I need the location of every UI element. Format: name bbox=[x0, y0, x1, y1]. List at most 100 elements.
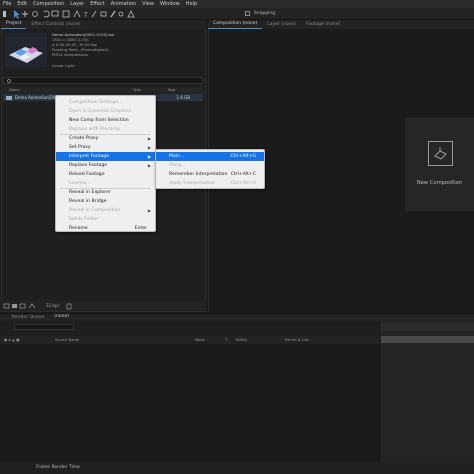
context-menu: Composition Settings... Open in Essential… bbox=[55, 95, 156, 232]
tab-composition[interactable]: Composition (none) bbox=[208, 20, 263, 29]
column-t[interactable]: T bbox=[225, 338, 235, 342]
timeline-search-input[interactable] bbox=[14, 324, 74, 330]
home-icon bbox=[3, 11, 6, 17]
menu-item-label: Reveal in Composition bbox=[69, 208, 121, 213]
shape-tool-icon bbox=[62, 10, 70, 18]
menu-item-label: Interpret Footage bbox=[69, 154, 110, 159]
footage-info: Demo Animation[0001-0150].exr 1920 x 108… bbox=[52, 32, 202, 68]
submenu-arrow-icon: ▶ bbox=[147, 136, 151, 141]
submenu-item-remember-interpretation[interactable]: Remember Interpretation Ctrl+Alt+C bbox=[156, 170, 264, 179]
tab-effect-controls[interactable]: Effect Controls (none) bbox=[26, 21, 85, 29]
menu-item-label: License... bbox=[69, 181, 91, 186]
menu-help[interactable]: Help bbox=[186, 0, 197, 8]
submenu-item-apply-interpretation: Apply Interpretation Ctrl+Alt+V bbox=[156, 179, 264, 188]
menu-item-rename[interactable]: Rename Enter bbox=[56, 224, 155, 233]
menu-item-set-proxy[interactable]: Set Proxy ▶ bbox=[56, 143, 155, 152]
camera-tool-icon bbox=[51, 10, 59, 17]
menu-item-reload-footage[interactable]: Reload Footage bbox=[56, 170, 155, 179]
menu-layer[interactable]: Layer bbox=[70, 0, 84, 8]
tab-footage[interactable]: Footage (none) bbox=[301, 21, 345, 29]
eraser-tool-icon bbox=[110, 10, 116, 18]
menu-file[interactable]: File bbox=[3, 0, 11, 8]
brush-tool-icon bbox=[91, 10, 97, 18]
timeline-layers-area bbox=[0, 344, 380, 462]
submenu-item-proxy: Proxy... bbox=[156, 161, 264, 170]
snapping-checkbox[interactable] bbox=[245, 11, 250, 16]
project-search-input[interactable] bbox=[3, 77, 203, 84]
project-tabbar: Project Effect Controls (none) bbox=[1, 20, 206, 29]
tab-layer[interactable]: Layer (none) bbox=[262, 21, 301, 29]
menu-item-label: Open in Essential Graphics bbox=[69, 109, 131, 114]
menu-item-new-comp-from-selection[interactable]: New Comp from Selection bbox=[56, 116, 155, 125]
menu-edit[interactable]: Edit bbox=[17, 0, 27, 8]
submenu-item-shortcut: Ctrl+Alt+C bbox=[230, 172, 256, 177]
menu-item-interpret-footage[interactable]: Interpret Footage ▶ bbox=[56, 152, 155, 161]
menu-item-label: Rename bbox=[69, 226, 88, 231]
menu-item-open-in-essential-graphics: Open in Essential Graphics bbox=[56, 107, 155, 116]
menu-view[interactable]: View bbox=[142, 0, 154, 8]
menu-effect[interactable]: Effect bbox=[90, 0, 104, 8]
column-size[interactable]: Size bbox=[168, 88, 198, 92]
submenu-item-main[interactable]: Main... Ctrl+Alt+G bbox=[156, 152, 264, 161]
work-area-bar[interactable] bbox=[381, 336, 474, 343]
submenu-arrow-icon: ▶ bbox=[147, 208, 151, 213]
footage-thumbnail bbox=[5, 33, 47, 67]
submenu-item-label: Remember Interpretation bbox=[169, 172, 228, 177]
menu-item-label: Solids Folder bbox=[69, 217, 99, 222]
hand-tool-icon bbox=[22, 11, 28, 17]
submenu-arrow-icon: ▶ bbox=[147, 163, 151, 168]
footage-info-line: PIZ24 compression bbox=[52, 52, 89, 57]
menu-item-label: Composition Settings... bbox=[69, 100, 123, 105]
new-composition-label[interactable]: New Composition bbox=[405, 180, 474, 186]
bit-depth[interactable]: 32 bpc bbox=[46, 303, 60, 308]
column-source-name[interactable]: Source Name bbox=[55, 338, 195, 342]
tool-icons: T bbox=[3, 10, 135, 19]
submenu-arrow-icon: ▶ bbox=[147, 145, 151, 150]
menu-item-reveal-in-explorer[interactable]: Reveal in Explorer bbox=[56, 188, 155, 197]
new-composition-icon[interactable] bbox=[428, 141, 453, 166]
roto-tool-icon bbox=[118, 11, 124, 17]
column-parent-link[interactable]: Parent & Link bbox=[285, 338, 345, 342]
menu-item-label: Set Proxy bbox=[69, 145, 91, 150]
puppet-tool-icon bbox=[127, 10, 135, 18]
menu-animation[interactable]: Animation bbox=[111, 0, 137, 8]
rotate-tool-icon bbox=[43, 10, 50, 18]
svg-text:T: T bbox=[83, 12, 88, 19]
trash-icon[interactable] bbox=[65, 301, 73, 311]
menu-bar: File Edit Composition Layer Effect Anima… bbox=[0, 0, 474, 8]
stamp-tool-icon bbox=[100, 11, 107, 17]
project-footer: 32 bpc bbox=[1, 301, 206, 311]
submenu-item-shortcut: Ctrl+Alt+V bbox=[230, 181, 256, 186]
column-trkmat[interactable]: TrkMat bbox=[235, 338, 285, 342]
footage-icon bbox=[6, 95, 12, 100]
column-type[interactable]: Type bbox=[133, 88, 168, 92]
submenu-item-label: Main... bbox=[169, 154, 185, 159]
selection-tool-icon bbox=[14, 10, 20, 19]
timeline-ruler[interactable] bbox=[381, 323, 474, 331]
column-name[interactable]: Name bbox=[3, 88, 133, 92]
menu-item-label: Reveal in Explorer bbox=[69, 190, 111, 195]
menu-item-create-proxy[interactable]: Create Proxy ▶ bbox=[56, 134, 155, 143]
tab-project[interactable]: Project bbox=[1, 20, 27, 29]
menu-item-label: Reload Footage bbox=[69, 172, 105, 177]
submenu-item-label: Proxy... bbox=[169, 163, 186, 168]
menu-composition[interactable]: Composition bbox=[33, 0, 64, 8]
menu-item-replace-footage[interactable]: Replace Footage ▶ bbox=[56, 161, 155, 170]
menu-item-label: Replace with Precomp bbox=[69, 127, 120, 132]
timeline-columns-header: ● ◈ ▲ ■ Source Name Mode T TrkMat Parent… bbox=[0, 336, 380, 344]
frame-render-time: Frame Render Time bbox=[36, 465, 80, 470]
menu-item-label: Replace Footage bbox=[69, 163, 108, 168]
switches-icons: ● ◈ ▲ ■ bbox=[4, 338, 20, 342]
menu-item-shortcut: Enter bbox=[134, 226, 147, 231]
menu-item-solids-folder: Solids Folder bbox=[56, 215, 155, 224]
snapping-label: Snapping bbox=[254, 11, 276, 16]
composition-tabbar: Composition (none) Layer (none) Footage … bbox=[208, 20, 474, 29]
menu-item-label: Reveal in Bridge bbox=[69, 199, 107, 204]
column-mode[interactable]: Mode bbox=[195, 338, 225, 342]
submenu-arrow-icon: ▶ bbox=[147, 154, 151, 159]
menu-window[interactable]: Window bbox=[160, 0, 180, 8]
footage-info-line: Linear Light bbox=[52, 63, 75, 68]
menu-item-reveal-in-bridge[interactable]: Reveal in Bridge bbox=[56, 197, 155, 206]
submenu-item-shortcut: Ctrl+Alt+G bbox=[230, 154, 256, 159]
submenu-item-label: Apply Interpretation bbox=[169, 181, 216, 186]
